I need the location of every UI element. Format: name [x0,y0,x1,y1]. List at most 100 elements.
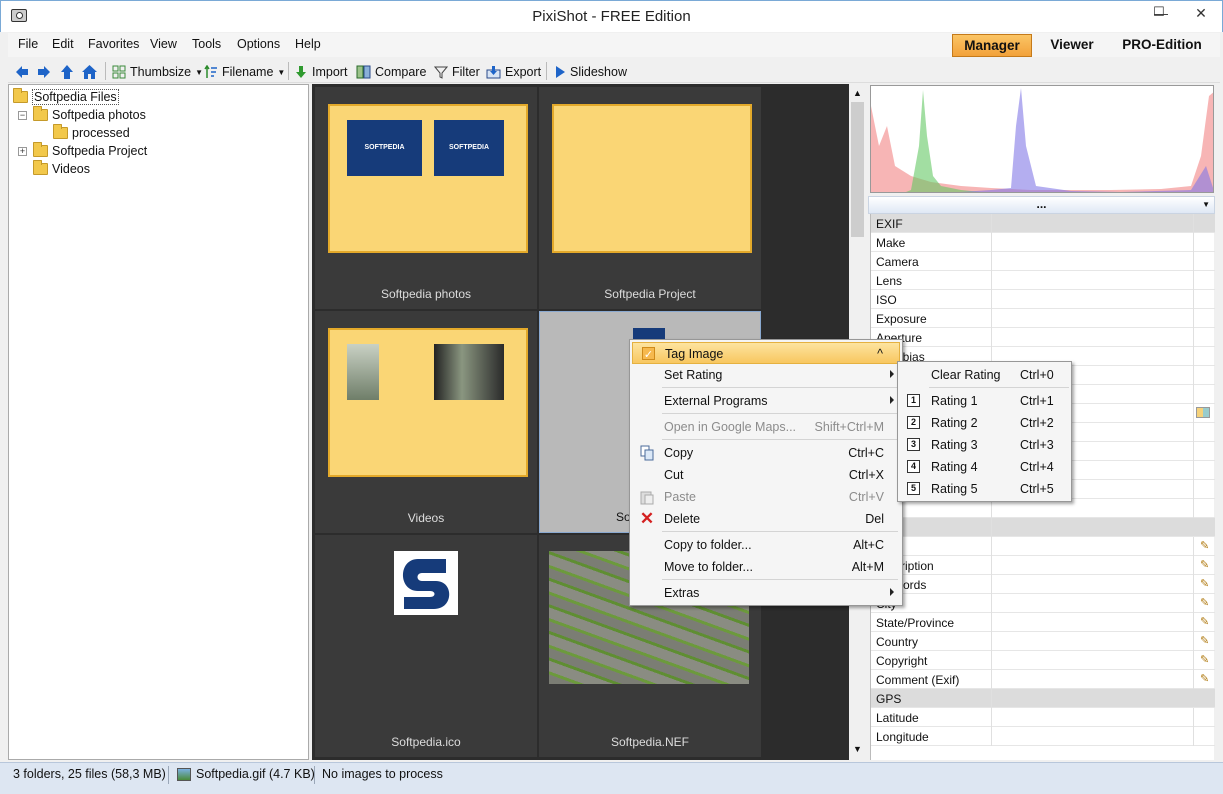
property-row-make[interactable]: Make [871,233,1215,252]
panel-splitter[interactable]: ... ▼ [868,196,1215,214]
compare-button[interactable]: Compare [356,63,426,81]
property-row-iso[interactable]: ISO [871,290,1215,309]
property-row-latitude[interactable]: Latitude [871,708,1215,727]
home-button[interactable] [81,63,98,81]
pencil-icon[interactable]: ✎ [1200,578,1210,590]
scroll-down-icon[interactable]: ▼ [853,744,862,754]
menu-item-paste[interactable]: Paste Ctrl+V [632,486,900,508]
menu-item-rating-1[interactable]: 1 Rating 1 Ctrl+1 [900,390,1070,412]
folder-thumbnail [328,328,528,477]
property-row-camera[interactable]: Camera [871,252,1215,271]
menu-item-rating-3[interactable]: 3 Rating 3 Ctrl+3 [900,434,1070,456]
viewer-mode-button[interactable]: Viewer [1040,34,1104,57]
property-row-description[interactable]: ription ✎ [871,556,1215,575]
rating-4-icon: 4 [907,460,920,473]
menu-view[interactable]: View [150,37,177,51]
menu-favorites[interactable]: Favorites [88,37,139,51]
menu-item-rating-5[interactable]: 5 Rating 5 Ctrl+5 [900,478,1070,500]
thumbnail-videos[interactable]: Videos [315,311,537,533]
filter-button[interactable]: Filter [434,63,480,81]
export-button[interactable]: Export [486,63,541,81]
property-row-lens[interactable]: Lens [871,271,1215,290]
pencil-icon[interactable]: ✎ [1200,673,1210,685]
chevron-down-icon[interactable]: ▼ [1202,200,1210,209]
tree-item-softpedia-project[interactable]: Softpedia Project [33,141,147,159]
tree-item-videos[interactable]: Videos [33,159,90,177]
scroll-up-icon[interactable]: ▲ [853,88,862,98]
collapse-icon[interactable]: − [18,111,27,120]
thumbnail-softpedia-ico[interactable]: Softpedia.ico [315,535,537,757]
forward-button[interactable] [36,63,52,81]
map-icon[interactable] [1196,407,1210,418]
menu-item-rating-4[interactable]: 4 Rating 4 Ctrl+4 [900,456,1070,478]
property-row-aperture[interactable]: Aperture [871,328,1215,347]
menu-options[interactable]: Options [237,37,280,51]
thumbnail-softpedia-photos[interactable]: SOFTPEDIA SOFTPEDIA Softpedia photos [315,87,537,309]
tree-item-softpedia-files[interactable]: Softpedia Files [13,87,119,105]
context-menu: ✓ Tag Image ^ Set Rating External Progra… [629,339,903,606]
pencil-icon[interactable]: ✎ [1200,559,1210,571]
paste-icon [640,491,654,505]
expand-icon[interactable]: + [18,147,27,156]
up-button[interactable] [59,63,75,81]
back-button[interactable] [14,63,30,81]
menu-item-cut[interactable]: Cut Ctrl+X [632,464,900,486]
rating-5-icon: 5 [907,482,920,495]
rating-submenu: Clear Rating Ctrl+0 1 Rating 1 Ctrl+1 2 … [897,361,1072,502]
slideshow-button[interactable]: Slideshow [554,63,627,81]
thumbnail-caption: Videos [407,511,445,525]
menu-tools[interactable]: Tools [192,37,221,51]
pencil-icon[interactable]: ✎ [1200,654,1210,666]
close-button[interactable]: ✕ [1181,1,1221,27]
pencil-icon[interactable]: ✎ [1200,540,1210,552]
compare-label: Compare [375,65,427,79]
pro-edition-button[interactable]: PRO-Edition [1117,34,1207,57]
menu-file[interactable]: File [18,37,38,51]
menu-item-clear-rating[interactable]: Clear Rating Ctrl+0 [900,364,1070,386]
slideshow-label: Slideshow [570,65,627,79]
menu-item-tag-image[interactable]: ✓ Tag Image ^ [632,342,900,364]
menu-edit[interactable]: Edit [52,37,74,51]
thumbnail-softpedia-project[interactable]: Softpedia Project [539,87,761,309]
thumbnail-caption: Softpedia.ico [391,735,461,749]
menu-item-move-to-folder[interactable]: Move to folder... Alt+M [632,556,900,578]
filename-sort-dropdown[interactable]: Filename ▼ [204,63,285,81]
thumbsize-label: Thumbsize [130,65,192,79]
property-row-title[interactable]: ✎ [871,537,1215,556]
download-arrow-icon [296,66,306,78]
menu-item-copy[interactable]: Copy Ctrl+C [632,442,900,464]
tree-item-softpedia-photos[interactable]: Softpedia photos [33,105,146,123]
compare-icon [356,65,371,79]
more-label: ... [1036,197,1047,211]
menu-item-open-in-google-maps[interactable]: Open in Google Maps... Shift+Ctrl+M [632,416,900,438]
menu-item-delete[interactable]: ✕ Delete Del [632,508,900,530]
pencil-icon[interactable]: ✎ [1200,616,1210,628]
chevron-right-icon [890,588,894,596]
properties-scrollbar[interactable] [1215,196,1223,760]
property-row-city[interactable]: City✎ [871,594,1215,613]
property-row-state[interactable]: State/Province ✎ [871,613,1215,632]
property-row-copyright[interactable]: Copyright ✎ [871,651,1215,670]
property-row-country[interactable]: Country ✎ [871,632,1215,651]
maximize-button[interactable]: ☐ [1144,0,1174,26]
menu-help[interactable]: Help [295,37,321,51]
thumbsize-dropdown[interactable]: Thumbsize ▼ [112,63,203,81]
manager-mode-button[interactable]: Manager [952,34,1032,57]
property-row-keywords[interactable]: ords ✎ [871,575,1215,594]
menu-item-rating-2[interactable]: 2 Rating 2 Ctrl+2 [900,412,1070,434]
thumbnail-caption: Softpedia Project [604,287,696,301]
property-row-iptc [871,518,1215,537]
menu-item-external-programs[interactable]: External Programs [632,390,900,412]
pencil-icon[interactable]: ✎ [1200,635,1210,647]
menu-item-copy-to-folder[interactable]: Copy to folder... Alt+C [632,534,900,556]
arrow-right-icon [38,66,50,78]
import-button[interactable]: Import [294,63,347,81]
property-row-comment[interactable]: Comment (Exif) ✎ [871,670,1215,689]
scrollbar-thumb[interactable] [851,102,864,237]
pencil-icon[interactable]: ✎ [1200,597,1210,609]
menu-item-set-rating[interactable]: Set Rating [632,364,900,386]
tree-item-processed[interactable]: processed [53,123,130,141]
property-row-exposure[interactable]: Exposure [871,309,1215,328]
menu-item-extras[interactable]: Extras [632,582,900,604]
property-row-longitude[interactable]: Longitude [871,727,1215,746]
